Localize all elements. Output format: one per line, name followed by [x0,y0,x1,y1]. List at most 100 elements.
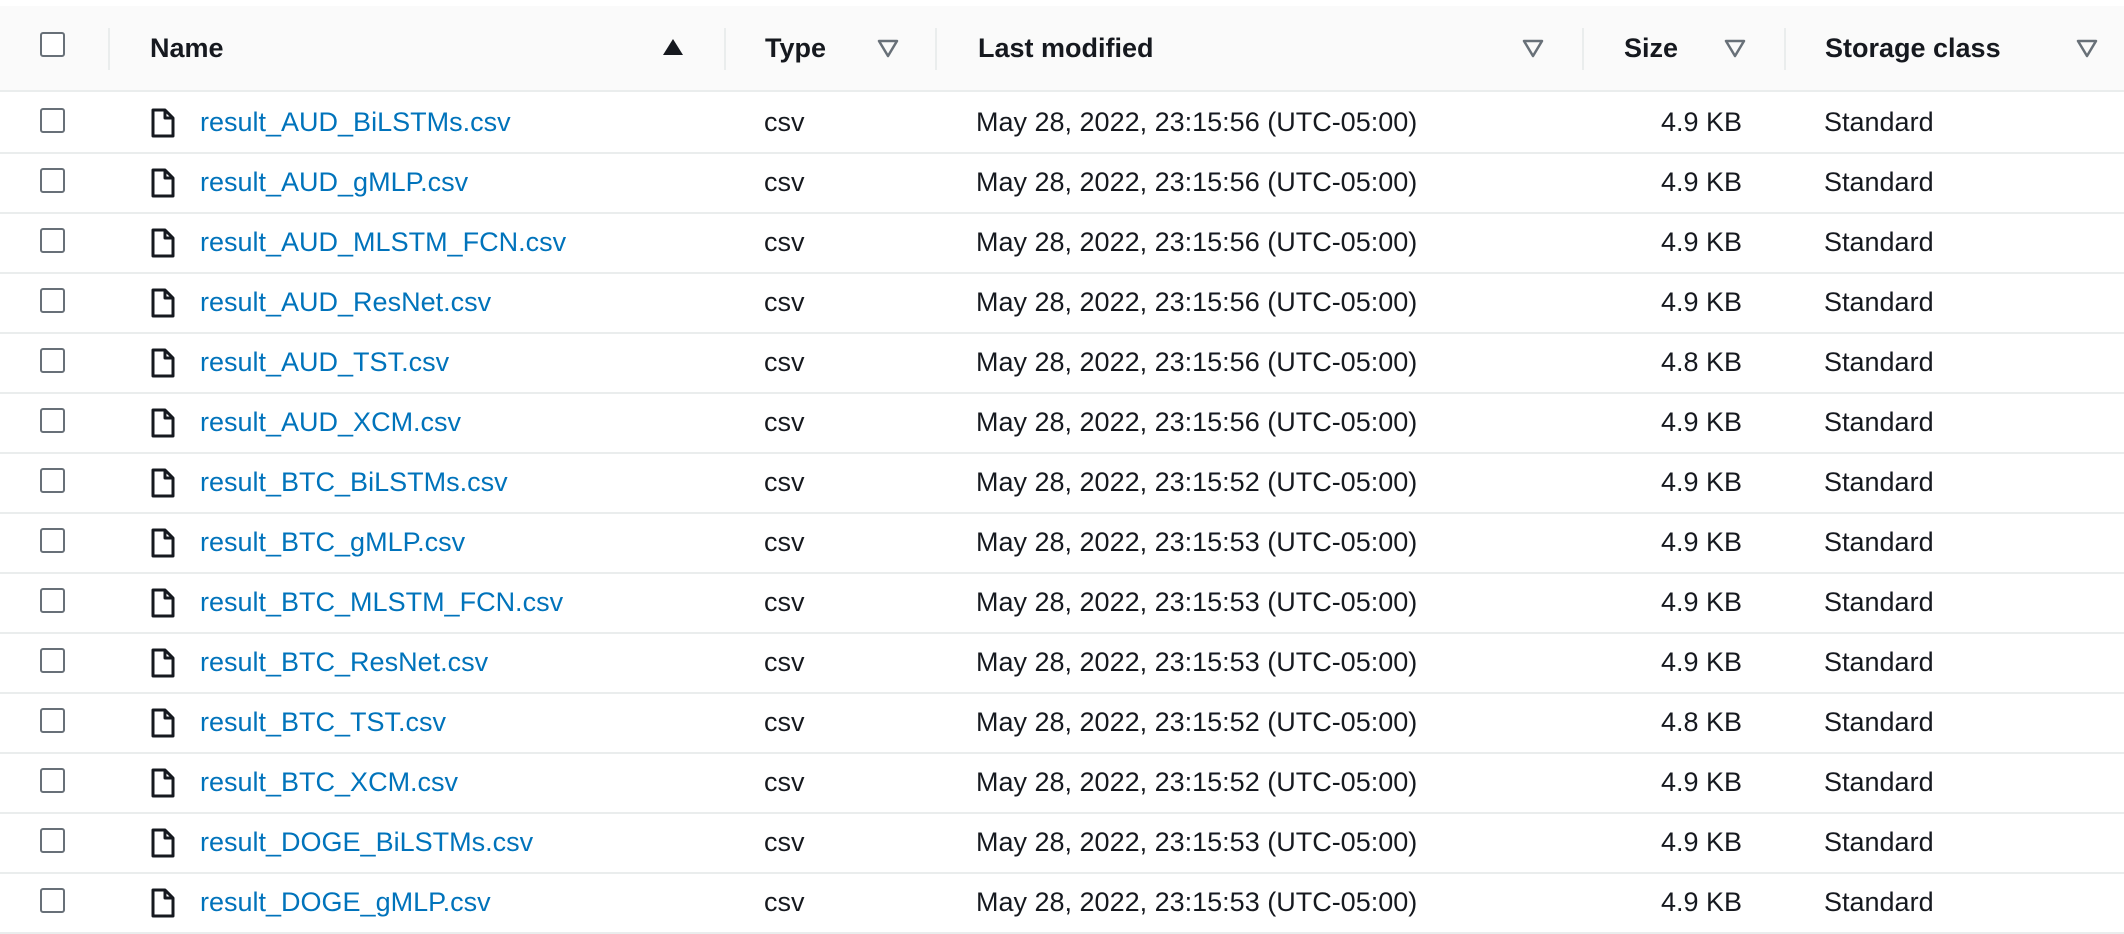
object-name-link[interactable]: result_AUD_gMLP.csv [200,167,468,198]
row-select-checkbox[interactable] [40,288,65,313]
column-header-name[interactable]: Name [150,6,690,90]
cell-size: 4.9 KB [1660,106,1742,137]
cell-last-modified: May 28, 2022, 23:15:56 (UTC-05:00) [976,286,1418,317]
cell-name: result_DOGE_gMLP.csv [200,872,491,932]
sort-ascending-icon[interactable] [662,36,684,58]
column-type-label: Type [765,32,827,63]
cell-storage-class: Standard [1824,766,1934,797]
cell-last-modified: May 28, 2022, 23:15:56 (UTC-05:00) [976,106,1418,137]
row-select-checkbox[interactable] [40,828,65,853]
table-row[interactable]: result_AUD_ResNet.csv csv May 28, 2022, 23… [0,272,2124,334]
table-row[interactable]: result_DOGE_BiLSTMs.csv csv May 28, 2022, … [0,812,2124,874]
file-icon [151,768,175,798]
cell-last-modified: May 28, 2022, 23:15:52 (UTC-05:00) [976,766,1418,797]
cell-last-modified: May 28, 2022, 23:15:53 (UTC-05:00) [976,826,1418,857]
sort-descending-outline-icon[interactable] [877,37,899,59]
row-select-checkbox[interactable] [40,648,65,673]
table-row[interactable]: result_AUD_XCM.csv csv May 28, 2022, 23:15… [0,392,2124,454]
cell-type: csv [764,706,805,737]
cell-size: 4.9 KB [1660,586,1742,617]
table-row[interactable]: result_BTC_MLSTM_FCN.csv csv May 28, 2022,… [0,572,2124,634]
row-select-checkbox[interactable] [40,468,65,493]
row-select-checkbox[interactable] [40,108,65,133]
column-header-storage-class[interactable]: Storage class [1825,6,2098,90]
cell-size: 4.9 KB [1660,766,1742,797]
row-select-checkbox[interactable] [40,228,65,253]
table-row[interactable]: result_BTC_ResNet.csv csv May 28, 2022, 23… [0,632,2124,694]
table-row[interactable]: result_AUD_gMLP.csv csv May 28, 2022, 23:1… [0,152,2124,214]
row-select-checkbox[interactable] [40,168,65,193]
cell-type: csv [764,346,805,377]
cell-storage-class: Standard [1824,826,1934,857]
cell-last-modified: May 28, 2022, 23:15:52 (UTC-05:00) [976,466,1418,497]
cell-storage-class: Standard [1824,706,1934,737]
sort-descending-outline-icon[interactable] [1724,37,1746,59]
file-icon [151,288,175,318]
row-select-checkbox[interactable] [40,708,65,733]
table-row[interactable]: result_BTC_BiLSTMs.csv csv May 28, 2022, 2… [0,452,2124,514]
cell-size: 4.9 KB [1660,406,1742,437]
file-icon [151,468,175,498]
object-name-link[interactable]: result_BTC_XCM.csv [200,767,458,798]
table-row[interactable]: result_AUD_BiLSTMs.csv csv May 28, 2022, 2… [0,92,2124,154]
cell-name: result_AUD_gMLP.csv [200,152,468,212]
cell-type: csv [764,646,805,677]
cell-last-modified: May 28, 2022, 23:15:56 (UTC-05:00) [976,226,1418,257]
row-select-checkbox[interactable] [40,888,65,913]
cell-size: 4.9 KB [1660,226,1742,257]
table-row[interactable]: result_BTC_gMLP.csv csv May 28, 2022, 23:1… [0,512,2124,574]
object-name-link[interactable]: result_BTC_ResNet.csv [200,647,488,678]
file-icon [151,588,175,618]
select-all-checkbox[interactable] [40,32,65,57]
object-name-link[interactable]: result_AUD_ResNet.csv [200,287,491,318]
cell-name: result_BTC_TST.csv [200,692,446,752]
table-row[interactable]: result_AUD_TST.csv csv May 28, 2022, 23:15… [0,332,2124,394]
cell-storage-class: Standard [1824,406,1934,437]
cell-name: result_DOGE_BiLSTMs.csv [200,812,533,872]
cell-last-modified: May 28, 2022, 23:15:53 (UTC-05:00) [976,886,1418,917]
object-name-link[interactable]: result_DOGE_gMLP.csv [200,887,491,918]
column-header-type[interactable]: Type [765,6,935,90]
row-select-checkbox[interactable] [40,528,65,553]
row-select-checkbox[interactable] [40,348,65,373]
row-select-checkbox[interactable] [40,408,65,433]
objects-table: Name Type Last modified Size Storage cla… [0,0,2124,934]
cell-type: csv [764,286,805,317]
object-name-link[interactable]: result_BTC_TST.csv [200,707,446,738]
object-name-link[interactable]: result_BTC_gMLP.csv [200,527,465,558]
cell-last-modified: May 28, 2022, 23:15:53 (UTC-05:00) [976,586,1418,617]
object-name-link[interactable]: result_DOGE_BiLSTMs.csv [200,827,533,858]
column-header-size[interactable]: Size [1624,6,1784,90]
table-row[interactable]: result_BTC_XCM.csv csv May 28, 2022, 23:15… [0,752,2124,814]
cell-size: 4.9 KB [1660,526,1742,557]
column-divider[interactable] [1582,28,1584,70]
row-select-checkbox[interactable] [40,588,65,613]
row-select-checkbox[interactable] [40,768,65,793]
column-size-label: Size [1624,32,1679,63]
column-divider[interactable] [1784,28,1786,70]
object-name-link[interactable]: result_AUD_MLSTM_FCN.csv [200,227,566,258]
sort-descending-outline-icon[interactable] [1522,37,1544,59]
column-divider[interactable] [935,28,937,70]
column-divider [108,28,110,70]
table-row[interactable]: result_BTC_TST.csv csv May 28, 2022, 23:15… [0,692,2124,754]
table-row[interactable]: result_AUD_MLSTM_FCN.csv csv May 28, 2022,… [0,212,2124,274]
cell-last-modified: May 28, 2022, 23:15:53 (UTC-05:00) [976,526,1418,557]
cell-last-modified: May 28, 2022, 23:15:56 (UTC-05:00) [976,166,1418,197]
column-name-label: Name [150,32,224,63]
column-divider[interactable] [724,28,726,70]
cell-size: 4.8 KB [1660,706,1742,737]
column-header-last-modified[interactable]: Last modified [978,6,1578,90]
cell-size: 4.9 KB [1660,286,1742,317]
object-name-link[interactable]: result_AUD_TST.csv [200,347,449,378]
object-name-link[interactable]: result_AUD_BiLSTMs.csv [200,107,511,138]
cell-type: csv [764,586,805,617]
cell-name: result_BTC_BiLSTMs.csv [200,452,508,512]
object-name-link[interactable]: result_BTC_MLSTM_FCN.csv [200,587,563,618]
table-header: Name Type Last modified Size Storage cla… [0,6,2124,92]
table-row[interactable]: result_DOGE_gMLP.csv csv May 28, 2022, 23:… [0,872,2124,934]
sort-descending-outline-icon[interactable] [2076,37,2098,59]
object-name-link[interactable]: result_AUD_XCM.csv [200,407,461,438]
cell-storage-class: Standard [1824,886,1934,917]
object-name-link[interactable]: result_BTC_BiLSTMs.csv [200,467,508,498]
